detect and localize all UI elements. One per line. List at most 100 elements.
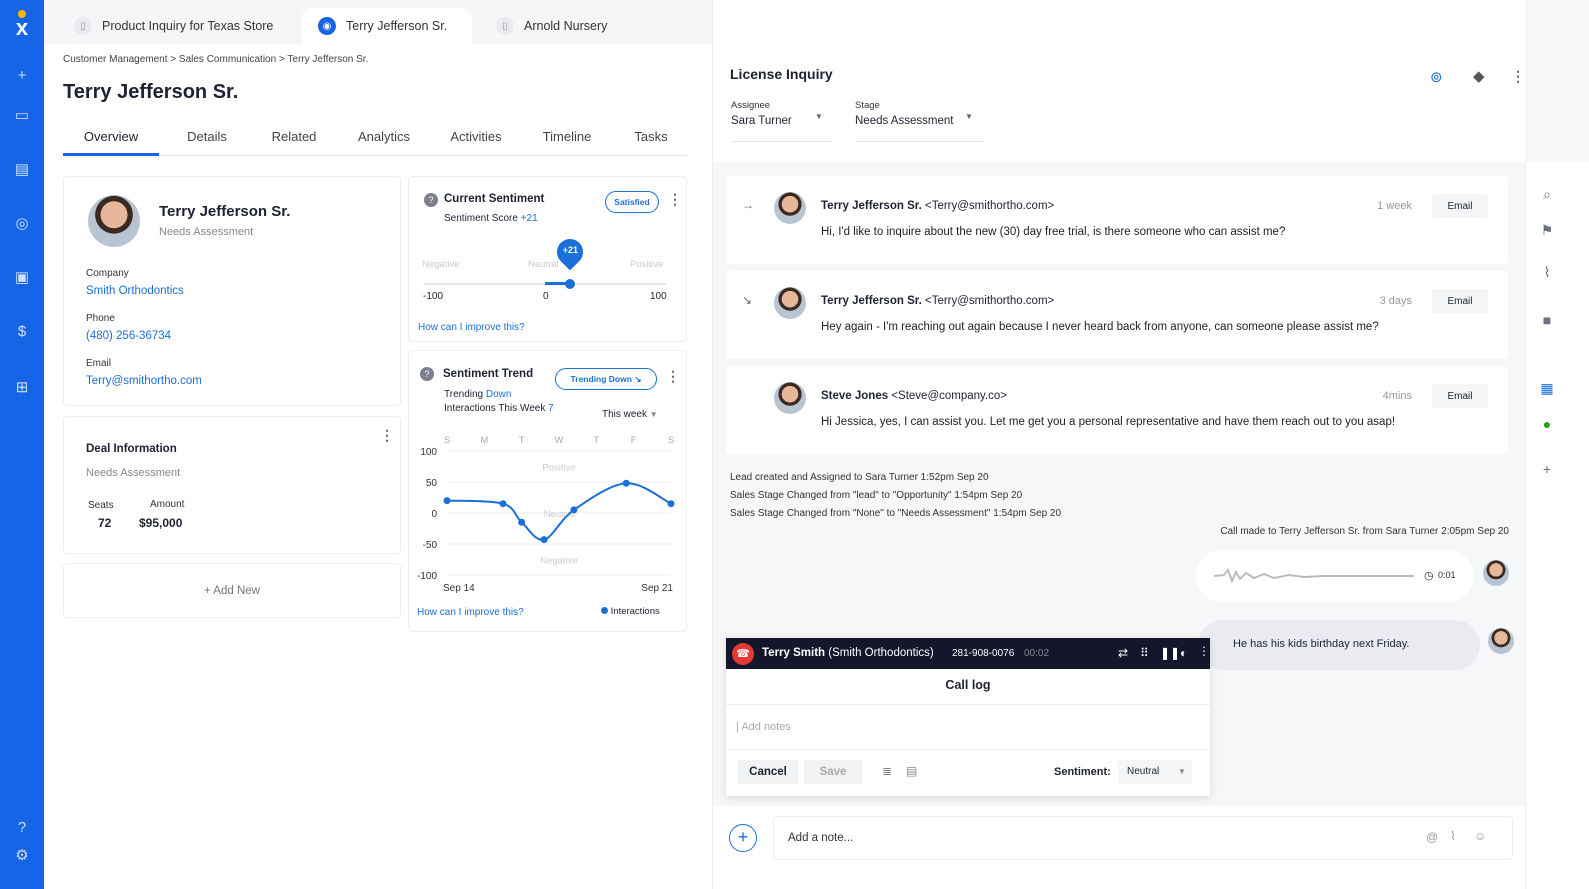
trend-down-icon: ↘ xyxy=(742,293,753,307)
notes-input[interactable]: | Add notes xyxy=(726,704,1210,750)
briefcase-icon[interactable]: ▣ xyxy=(12,268,32,288)
save-button[interactable]: Save xyxy=(804,760,862,784)
negative-label: Negative xyxy=(422,259,460,270)
tab-analytics[interactable]: Analytics xyxy=(333,126,435,155)
paperclip-icon[interactable]: ⌇ xyxy=(1538,264,1556,282)
tab-overview[interactable]: Overview xyxy=(63,126,159,156)
improve-link[interactable]: How can I improve this? xyxy=(417,607,524,618)
badge-label: Trending Down xyxy=(570,374,632,384)
tab-terry-jefferson[interactable]: ◉ Terry Jefferson Sr. xyxy=(302,8,472,44)
transfer-icon[interactable]: ⇄ xyxy=(1118,646,1128,660)
seats-label: Seats xyxy=(88,500,114,511)
call-recording-player[interactable]: ◷ 0:01 xyxy=(1196,550,1474,602)
contacts-icon[interactable]: ◎ xyxy=(12,214,32,234)
add-doc-icon[interactable]: ▤ xyxy=(906,764,917,778)
day-label: S xyxy=(668,435,674,446)
email-button[interactable]: Email xyxy=(1432,289,1488,313)
clock-icon: ◷ xyxy=(1424,570,1434,582)
mention-icon[interactable]: @ xyxy=(1426,830,1438,844)
call-timer: 00:02 xyxy=(1024,648,1050,659)
assignee-select[interactable]: Assignee Sara Turner ▼ xyxy=(731,100,833,142)
pause-icon[interactable]: ❚❚ xyxy=(1160,646,1180,660)
paperclip-icon[interactable]: ⌇ xyxy=(1450,829,1456,843)
help-icon[interactable]: ? xyxy=(424,193,438,207)
day-label: M xyxy=(480,435,488,446)
emoji-icon[interactable]: ☺ xyxy=(1474,829,1486,843)
hang-up-icon[interactable]: ☎ xyxy=(732,643,754,665)
notes-list-icon[interactable]: ≣ xyxy=(882,764,892,778)
plus-icon[interactable]: + xyxy=(1538,461,1556,479)
more-icon[interactable]: ⋮ xyxy=(380,427,394,444)
note-input[interactable]: Add a note... @ ⌇ ☺ xyxy=(773,816,1513,860)
active-call-bar: ☎ Terry Smith (Smith Orthodontics) 281-9… xyxy=(726,638,1210,669)
cancel-button[interactable]: Cancel xyxy=(738,760,798,784)
data-point xyxy=(570,506,578,514)
interactions-label: Interactions This Week xyxy=(444,403,546,414)
more-icon[interactable]: ⋮ xyxy=(1511,68,1525,85)
legend-label: Interactions xyxy=(610,606,660,617)
app-logo[interactable]: x xyxy=(12,10,32,40)
plus-icon[interactable]: + xyxy=(12,66,32,86)
audio-duration: 0:01 xyxy=(1438,570,1456,580)
breadcrumb-item: Terry Jefferson Sr. xyxy=(287,54,369,65)
email-link[interactable]: Terry@smithortho.com xyxy=(86,375,202,387)
tab-timeline[interactable]: Timeline xyxy=(517,126,617,155)
range-select[interactable]: This week ▼ xyxy=(602,409,658,420)
more-icon[interactable]: ⋮ xyxy=(1198,644,1210,658)
current-sentiment-card: ? Current Sentiment Satisfied ⋮ Sentimen… xyxy=(408,176,687,342)
help-icon[interactable]: ? xyxy=(12,818,32,838)
x-label-start: Sep 14 xyxy=(443,583,475,594)
deal-card: Deal Information ⋮ Needs Assessment Seat… xyxy=(63,416,401,554)
search-icon[interactable]: ⌕ xyxy=(1538,186,1556,204)
note-placeholder: Add a note... xyxy=(788,832,854,844)
message-item[interactable]: → Terry Jefferson Sr. <Terry@smithortho.… xyxy=(726,176,1508,264)
calendar-icon[interactable]: ▦ xyxy=(1538,380,1556,398)
email-button[interactable]: Email xyxy=(1432,384,1488,408)
sender-avatar xyxy=(774,382,806,414)
caller-phone: 281-908-0076 xyxy=(952,648,1015,659)
company-link[interactable]: Smith Orthodontics xyxy=(86,285,184,297)
day-label: T xyxy=(519,435,525,446)
email-button[interactable]: Email xyxy=(1432,194,1488,218)
add-attachment-button[interactable]: + xyxy=(729,824,757,852)
tab-activities[interactable]: Activities xyxy=(435,126,517,155)
inbox-icon[interactable]: ▭ xyxy=(12,106,32,126)
dialpad-icon[interactable]: ⠿ xyxy=(1140,646,1149,660)
call-log-widget: ☎ Terry Smith (Smith Orthodontics) 281-9… xyxy=(726,638,1210,796)
sender-avatar xyxy=(774,192,806,224)
range-value: This week xyxy=(602,409,648,420)
more-icon[interactable]: ⋮ xyxy=(668,191,682,208)
message-item[interactable]: ↘ Terry Jefferson Sr. <Terry@smithortho.… xyxy=(726,271,1508,359)
quickbooks-icon[interactable]: ● xyxy=(1538,416,1556,434)
help-icon[interactable]: ? xyxy=(420,367,434,381)
dollar-cycle-icon[interactable]: ⊚ xyxy=(1430,68,1443,86)
more-icon[interactable]: ⋮ xyxy=(666,368,680,385)
contact-icon: ◉ xyxy=(318,17,336,35)
flag-icon[interactable]: ⚑ xyxy=(1538,222,1556,240)
tab-details[interactable]: Details xyxy=(159,126,255,155)
stage-select[interactable]: Stage Needs Assessment ▼ xyxy=(855,100,985,142)
document-icon[interactable]: ▤ xyxy=(12,160,32,180)
folder-icon[interactable]: ■ xyxy=(1538,312,1556,330)
mute-icon[interactable]: ◐ xyxy=(1180,646,1187,660)
breadcrumb-item[interactable]: Sales Communication xyxy=(179,54,276,65)
tab-related[interactable]: Related xyxy=(255,126,333,155)
message-text: Hi Jessica, yes, I can assist you. Let m… xyxy=(821,416,1396,428)
tab-tasks[interactable]: Tasks xyxy=(617,126,685,155)
sentiment-select[interactable]: Neutral ▼ xyxy=(1118,760,1192,784)
message-item[interactable]: Steve Jones <Steve@company.co> Hi Jessic… xyxy=(726,366,1508,454)
positive-label: Positive xyxy=(630,259,664,270)
amount-label: Amount xyxy=(150,499,185,510)
gift-icon[interactable]: ⊞ xyxy=(12,378,32,398)
breadcrumb-item[interactable]: Customer Management xyxy=(63,54,168,65)
dollar-icon[interactable]: $ xyxy=(12,322,32,342)
add-new-button[interactable]: + Add New xyxy=(63,563,401,618)
document-icon: ▯ xyxy=(74,17,92,35)
phone-link[interactable]: (480) 256-36734 xyxy=(86,330,171,342)
tab-product-inquiry[interactable]: ▯ Product Inquiry for Texas Store xyxy=(58,8,298,44)
stage-label: Stage xyxy=(855,100,880,111)
tab-arnold-nursery[interactable]: ▯ Arnold Nursery xyxy=(480,8,640,44)
tag-icon[interactable]: ◆ xyxy=(1473,67,1485,85)
settings-icon[interactable]: ⚙ xyxy=(12,846,32,866)
improve-link[interactable]: How can I improve this? xyxy=(418,322,525,333)
